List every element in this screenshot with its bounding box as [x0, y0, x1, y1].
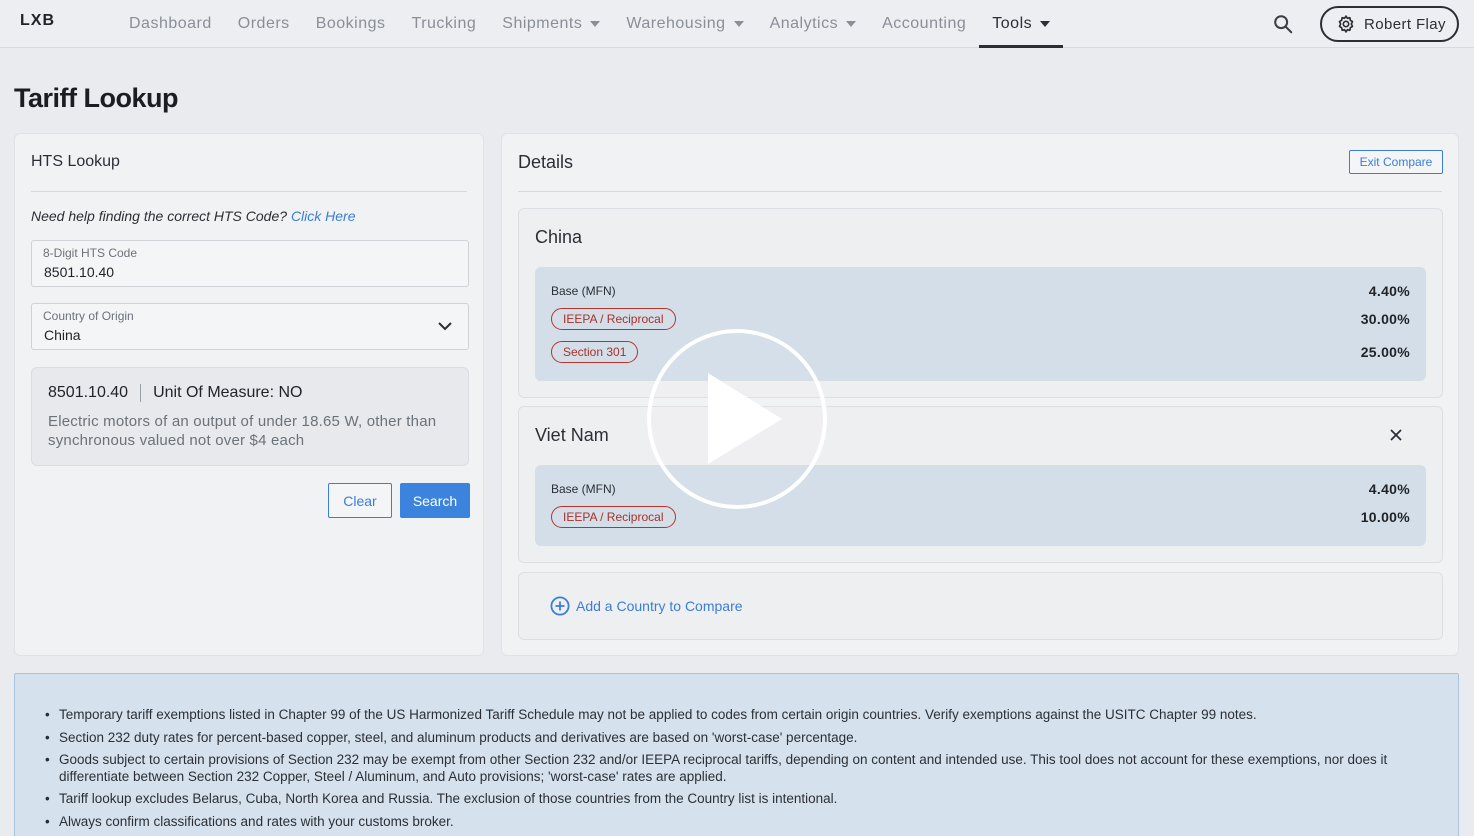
add-country-label: Add a Country to Compare — [576, 598, 743, 614]
note-item: Tariff lookup excludes Belarus, Cuba, No… — [45, 791, 1435, 808]
nav-label: Analytics — [769, 15, 839, 32]
tariff-notes: Temporary tariff exemptions listed in Ch… — [14, 673, 1459, 836]
help-text: Need help finding the correct HTS Code? … — [31, 208, 356, 224]
nav-label: Dashboard — [129, 15, 212, 32]
nav-item-trucking[interactable]: Trucking — [399, 0, 490, 48]
nav-label: Bookings — [315, 15, 386, 32]
nav-label: Accounting — [882, 15, 967, 32]
search-icon[interactable] — [1272, 13, 1294, 35]
field-value: China — [44, 327, 81, 343]
nav-item-analytics[interactable]: Analytics — [757, 0, 870, 48]
details-panel: Details Exit Compare China Base (MFN) 4.… — [501, 133, 1459, 656]
nav-label: Warehousing — [626, 15, 726, 32]
main-nav: Dashboard Orders Bookings Trucking Shipm… — [116, 0, 1063, 48]
add-country-link[interactable]: Add a Country to Compare — [550, 596, 743, 616]
nav-label: Trucking — [411, 15, 477, 32]
note-item: Always confirm classifications and rates… — [45, 814, 1435, 831]
country-name: Viet Nam — [535, 425, 609, 445]
result-description: Electric motors of an output of under 18… — [48, 413, 437, 449]
rate-value: 30.00% — [1360, 311, 1410, 327]
add-country-card: Add a Country to Compare — [518, 572, 1443, 640]
exit-compare-button[interactable]: Exit Compare — [1349, 150, 1443, 174]
nav-item-tools[interactable]: Tools — [979, 0, 1063, 48]
note-item: Temporary tariff exemptions listed in Ch… — [45, 707, 1435, 724]
hts-code-field[interactable]: 8-Digit HTS Code 8501.10.40 — [31, 240, 469, 287]
help-link[interactable]: Click Here — [291, 208, 356, 224]
country-name: China — [535, 227, 583, 247]
rate-pill: IEEPA / Reciprocal — [551, 308, 676, 330]
caret-down-icon — [733, 21, 744, 27]
rate-value: 4.40% — [1368, 283, 1410, 299]
hts-lookup-panel: HTS Lookup Need help finding the correct… — [14, 133, 484, 656]
clear-button[interactable]: Clear — [328, 483, 392, 518]
nav-item-accounting[interactable]: Accounting — [869, 0, 979, 48]
help-text-label: Need help finding the correct HTS Code? — [31, 208, 288, 224]
page-title: Tariff Lookup — [14, 83, 178, 113]
caret-down-icon — [1040, 21, 1051, 27]
user-name: Robert Flay — [1364, 15, 1446, 33]
gear-icon — [1338, 15, 1354, 33]
nav-label: Shipments — [502, 15, 583, 32]
separator — [140, 384, 142, 402]
note-item: Section 232 duty rates for percent-based… — [45, 730, 1435, 747]
rate-value: 4.40% — [1368, 481, 1410, 497]
close-icon[interactable] — [1390, 429, 1402, 441]
rate-pill: Section 301 — [551, 341, 639, 363]
plus-circle-icon — [550, 596, 570, 616]
notes-list: Temporary tariff exemptions listed in Ch… — [45, 707, 1435, 836]
nav-item-warehousing[interactable]: Warehousing — [613, 0, 756, 48]
panel-title: Details — [518, 152, 574, 172]
result-code: 8501.10.40 — [48, 384, 129, 401]
field-value: 8501.10.40 — [44, 264, 115, 280]
nav-item-orders[interactable]: Orders — [225, 0, 303, 48]
nav-item-bookings[interactable]: Bookings — [303, 0, 399, 48]
divider — [31, 191, 467, 192]
country-of-origin-select[interactable]: Country of Origin China — [31, 303, 469, 350]
result-unit: Unit Of Measure: NO — [153, 384, 303, 401]
hts-result-card: 8501.10.40 Unit Of Measure: NO Electric … — [31, 367, 469, 466]
rate-value: 10.00% — [1360, 509, 1410, 525]
top-nav-bar: LXB Dashboard Orders Bookings Trucking S… — [0, 0, 1474, 48]
field-label: 8-Digit HTS Code — [43, 246, 138, 260]
divider — [518, 191, 1442, 192]
search-button[interactable]: Search — [400, 483, 470, 518]
caret-down-icon — [590, 21, 601, 27]
play-icon[interactable] — [646, 328, 828, 510]
rate-label: Base (MFN) — [551, 482, 616, 496]
nav-item-dashboard[interactable]: Dashboard — [116, 0, 225, 48]
caret-down-icon — [846, 21, 857, 27]
nav-item-shipments[interactable]: Shipments — [489, 0, 613, 48]
note-item: Goods subject to certain provisions of S… — [45, 752, 1435, 785]
nav-label: Orders — [237, 15, 290, 32]
nav-label: Tools — [992, 15, 1033, 32]
field-label: Country of Origin — [43, 309, 134, 323]
app-logo[interactable]: LXB — [20, 12, 55, 30]
user-menu-button[interactable]: Robert Flay — [1320, 6, 1459, 42]
rate-label: Base (MFN) — [551, 284, 616, 298]
chevron-down-icon — [438, 322, 452, 331]
panel-title: HTS Lookup — [31, 153, 120, 170]
rate-value: 25.00% — [1360, 344, 1410, 360]
rate-row: Base (MFN) 4.40% — [551, 279, 1410, 303]
